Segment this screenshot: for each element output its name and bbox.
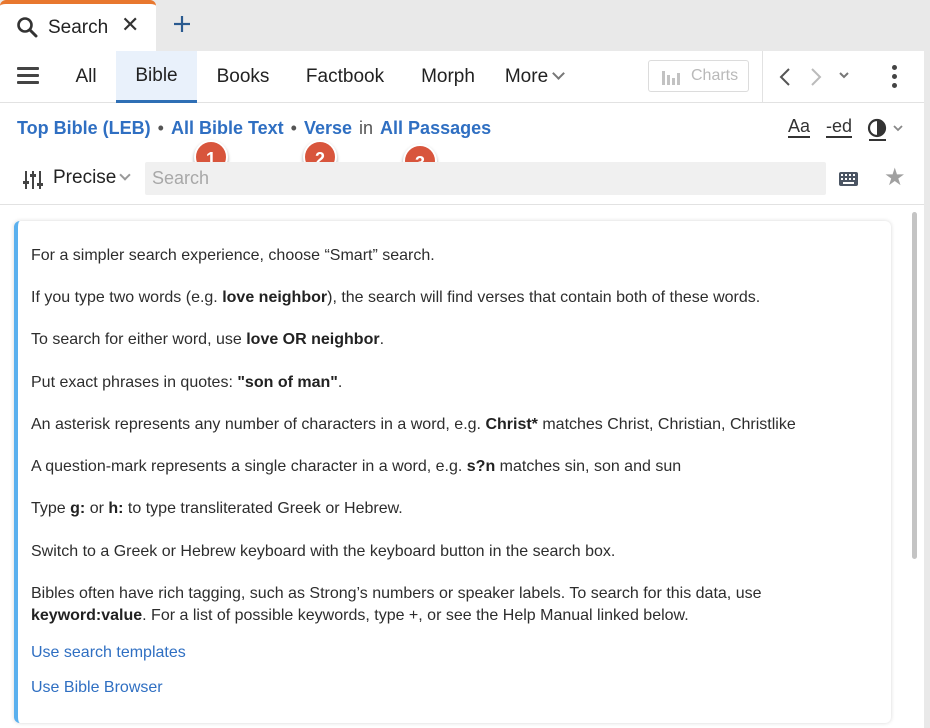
star-icon[interactable]: ★ (884, 165, 906, 191)
scrollbar[interactable] (912, 212, 917, 559)
tab-bible[interactable]: Bible (116, 51, 197, 103)
window-edge (924, 51, 930, 728)
help-line: An asterisk represents any number of cha… (31, 416, 796, 433)
bible-browser-link[interactable]: Use Bible Browser (31, 679, 163, 697)
bible-selector-link[interactable]: Top Bible (LEB) (17, 118, 151, 138)
search-mode-label: Precise (53, 167, 117, 188)
tab-all[interactable]: All (60, 51, 112, 103)
help-line: Bibles often have rich tagging, such as … (31, 585, 762, 602)
sliders-icon (23, 171, 43, 189)
close-icon[interactable]: ✕ (121, 14, 139, 36)
history-chevron-down-icon[interactable] (838, 71, 850, 81)
contrast-icon[interactable] (866, 117, 906, 141)
search-window: Search ✕ All Bible Books Factbook Morph … (0, 0, 930, 728)
chevron-left-icon[interactable] (778, 67, 792, 87)
help-line: Switch to a Greek or Hebrew keyboard wit… (31, 543, 616, 560)
scope-selector-link[interactable]: All Bible Text (171, 118, 284, 138)
tab-books[interactable]: Books (203, 51, 283, 103)
font-size-icon[interactable]: Aa (788, 117, 811, 138)
help-line: To search for either word, use love OR n… (31, 331, 385, 348)
breadcrumb-separator: • (290, 118, 297, 138)
toolbar-divider (762, 51, 763, 103)
search-input[interactable] (145, 162, 826, 195)
spelling-icon[interactable]: -ed (826, 117, 853, 138)
breadcrumb: Top Bible (LEB) • All Bible Text • Verse in Al… (17, 118, 491, 139)
bar-chart-icon (662, 71, 680, 85)
search-templates-link[interactable]: Use search templates (31, 644, 186, 662)
tab-title: Search (48, 17, 109, 38)
tab-strip: Search ✕ (0, 0, 930, 51)
toolbar: All Bible Books Factbook Morph More Char… (0, 51, 924, 103)
tab-more[interactable]: More (498, 51, 570, 103)
unit-selector-link[interactable]: Verse (304, 118, 352, 138)
hamburger-icon[interactable] (17, 67, 39, 85)
chevron-down-icon (552, 67, 566, 80)
chevron-down-icon (119, 169, 131, 181)
range-selector-link[interactable]: All Passages (380, 118, 491, 138)
tab-factbook[interactable]: Factbook (293, 51, 397, 103)
search-help-card: For a simpler search experience, choose … (14, 221, 891, 723)
help-line: Type g: or h: to type transliterated Gre… (31, 500, 403, 517)
kebab-icon[interactable] (892, 65, 898, 89)
plus-icon[interactable] (170, 12, 194, 36)
tab-morph[interactable]: Morph (408, 51, 488, 103)
chevron-right-icon[interactable] (809, 67, 823, 87)
help-line: keyword:value. For a list of possible ke… (31, 607, 689, 624)
charts-button[interactable]: Charts (648, 60, 749, 92)
help-line: For a simpler search experience, choose … (31, 247, 435, 264)
help-line: Put exact phrases in quotes: "son of man… (31, 374, 343, 391)
divider (0, 204, 924, 205)
search-icon (17, 17, 38, 38)
breadcrumb-in: in (359, 118, 374, 138)
tab-more-label: More (504, 66, 549, 87)
search-panel: All Bible Books Factbook Morph More Char… (0, 51, 924, 728)
charts-label: Charts (691, 67, 739, 84)
help-line: A question-mark represents a single char… (31, 458, 682, 475)
help-line: If you type two words (e.g. love neighbo… (31, 289, 761, 306)
keyboard-icon[interactable] (839, 172, 858, 186)
search-tab[interactable]: Search ✕ (0, 0, 156, 51)
breadcrumb-separator: • (157, 118, 164, 138)
